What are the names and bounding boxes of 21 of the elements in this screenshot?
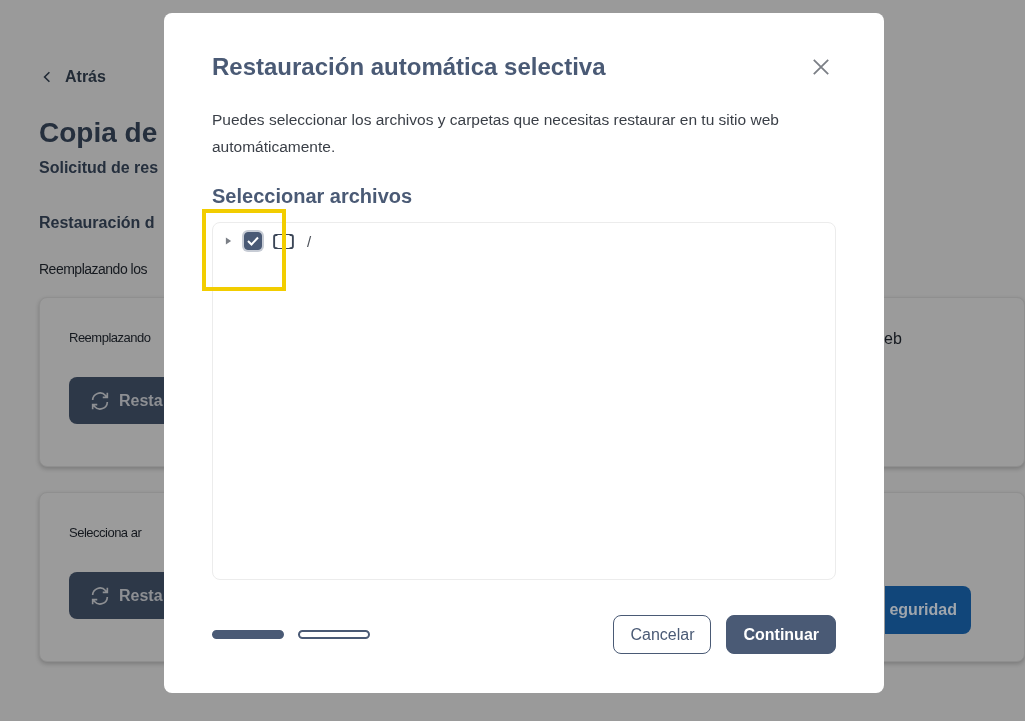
caret-icon[interactable] bbox=[225, 237, 232, 245]
section-title: Seleccionar archivos bbox=[212, 185, 414, 208]
card-text: Reemplazando bbox=[69, 330, 151, 345]
intro-text: Reemplazando los bbox=[39, 261, 147, 277]
card-text: eb bbox=[884, 330, 902, 348]
card-text: Selecciona ar bbox=[69, 525, 142, 540]
continue-button[interactable]: Continuar bbox=[726, 615, 836, 654]
folder-label[interactable]: / bbox=[307, 232, 312, 250]
refresh-icon bbox=[89, 584, 111, 607]
page-subtitle: Solicitud de res bbox=[39, 159, 159, 177]
close-icon[interactable] bbox=[812, 58, 830, 76]
section-title: Restauración d bbox=[39, 214, 155, 232]
page-title: Copia de bbox=[39, 116, 158, 150]
checkbox[interactable] bbox=[244, 232, 262, 250]
refresh-icon bbox=[89, 389, 111, 412]
dialog-description: Puedes seleccionar los archivos y carpetas que necesitas restaurar en tu sitio web automáticamente. bbox=[212, 110, 780, 157]
backup-button[interactable]: eguridad bbox=[885, 586, 971, 634]
chevron-left-icon bbox=[43, 71, 51, 83]
cancel-button[interactable]: Cancelar bbox=[613, 615, 712, 654]
dialog-title: Restauración automática selectiva bbox=[212, 53, 606, 81]
back-link[interactable]: Atrás bbox=[43, 68, 106, 86]
